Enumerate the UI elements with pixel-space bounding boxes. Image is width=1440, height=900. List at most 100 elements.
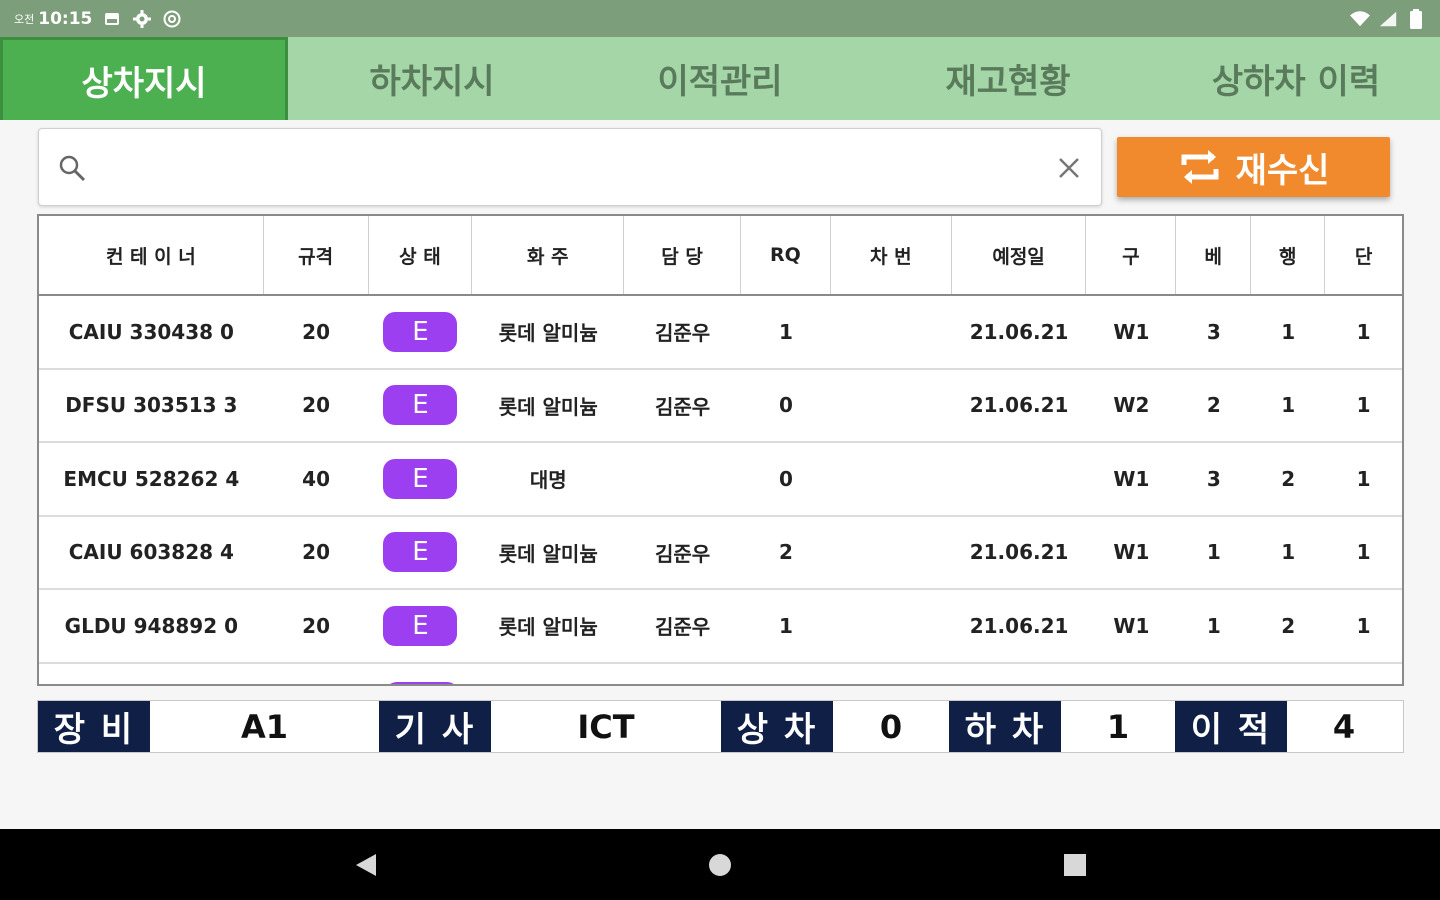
cell-size: 20 bbox=[302, 319, 331, 344]
transfer-count-label: 이 적 bbox=[1175, 701, 1287, 752]
transfer-count-value: 4 bbox=[1332, 707, 1356, 746]
at-icon bbox=[162, 9, 182, 29]
cell-scheduled-date: 21.06.21 bbox=[969, 393, 1069, 418]
navigation-bar bbox=[0, 829, 1440, 900]
cell-status: E bbox=[369, 296, 473, 368]
cell-manager: 김준우 bbox=[654, 541, 711, 566]
cell-tier: 1 bbox=[1356, 613, 1371, 638]
cell-zone: W1 bbox=[1113, 319, 1150, 344]
cell-container: EMCU 528262 4 bbox=[63, 466, 240, 491]
status-badge: E bbox=[383, 532, 458, 573]
cell-rq: 0 bbox=[778, 393, 793, 418]
status-badge bbox=[385, 681, 459, 684]
cell-rq: 0 bbox=[778, 466, 793, 491]
driver-value: ICT bbox=[577, 707, 635, 746]
table-header: 컨 테 이 너 규격 상 태 화 주 담 당 RQ 차 번 예정일 구 베 행 … bbox=[39, 216, 1402, 296]
cell-scheduled-date bbox=[952, 443, 1087, 515]
cell-size: 40 bbox=[302, 466, 331, 491]
home-icon[interactable] bbox=[706, 851, 734, 879]
cell-zone: W1 bbox=[1113, 613, 1150, 638]
back-icon[interactable] bbox=[352, 851, 380, 879]
cell-bay: 3 bbox=[1206, 466, 1221, 491]
status-badge: E bbox=[383, 385, 458, 426]
tab-inventory-status[interactable]: 재고현황 bbox=[864, 37, 1152, 120]
cell-vehicle-number bbox=[831, 296, 952, 368]
cell-shipper: 롯데 알미늄 bbox=[498, 394, 598, 419]
search-icon bbox=[57, 153, 87, 183]
load-count-value: 0 bbox=[879, 707, 903, 746]
cell-bay: 2 bbox=[1206, 393, 1221, 418]
cell-scheduled-date: 21.06.21 bbox=[969, 613, 1069, 638]
unload-count-label: 하 차 bbox=[949, 701, 1061, 752]
cell-container: CAIU 603828 4 bbox=[68, 540, 234, 565]
table-row[interactable]: GLDU 948892 0 20 E 롯데 알미늄 김준우 1 21.06.21… bbox=[39, 590, 1402, 664]
tab-load-unload-history[interactable]: 상하차 이력 bbox=[1152, 37, 1440, 120]
table-row-partial[interactable] bbox=[39, 664, 1402, 684]
cell-rq: 2 bbox=[778, 540, 793, 565]
cell-status: E bbox=[369, 443, 473, 515]
cell-manager bbox=[624, 443, 741, 515]
cell-shipper: 롯데 알미늄 bbox=[498, 615, 598, 640]
photo-icon bbox=[102, 9, 122, 29]
cell-row: 1 bbox=[1281, 319, 1296, 344]
cell-container: DFSU 303513 3 bbox=[65, 393, 238, 418]
cell-manager: 김준우 bbox=[654, 321, 711, 346]
header-bay: 베 bbox=[1176, 216, 1252, 294]
header-container: 컨 테 이 너 bbox=[39, 216, 264, 294]
status-time: 10:15 bbox=[38, 8, 93, 29]
table-row[interactable]: CAIU 330438 0 20 E 롯데 알미늄 김준우 1 21.06.21… bbox=[39, 296, 1402, 370]
cell-bay: 1 bbox=[1206, 613, 1221, 638]
cell-container: CAIU 330438 0 bbox=[68, 319, 234, 344]
cell-vehicle-number bbox=[831, 517, 952, 589]
refresh-button[interactable]: 재수신 bbox=[1117, 137, 1390, 197]
cell-vehicle-number bbox=[831, 370, 952, 442]
cell-zone: W2 bbox=[1113, 393, 1150, 418]
cell-row: 1 bbox=[1281, 393, 1296, 418]
refresh-button-label: 재수신 bbox=[1235, 150, 1330, 191]
summary-bar: 장 비 A1 기 사 ICT 상 차 0 하 차 1 이 적 4 bbox=[37, 700, 1404, 753]
signal-icon bbox=[1378, 9, 1398, 29]
cell-rq: 1 bbox=[778, 613, 793, 638]
tab-unloading-order[interactable]: 하차지시 bbox=[288, 37, 576, 120]
wifi-icon bbox=[1350, 9, 1370, 29]
cell-row: 2 bbox=[1281, 613, 1296, 638]
header-manager: 담 당 bbox=[624, 216, 741, 294]
cell-tier: 1 bbox=[1356, 319, 1371, 344]
header-scheduled-date: 예정일 bbox=[952, 216, 1087, 294]
table-row[interactable]: EMCU 528262 4 40 E 대명 0 W1 3 2 1 bbox=[39, 443, 1402, 517]
unload-count-value: 1 bbox=[1106, 707, 1130, 746]
cell-rq: 1 bbox=[778, 319, 793, 344]
header-tier: 단 bbox=[1354, 245, 1373, 268]
tab-loading-order[interactable]: 상차지시 bbox=[0, 37, 288, 120]
equipment-value: A1 bbox=[240, 707, 289, 746]
container-table: 컨 테 이 너 규격 상 태 화 주 담 당 RQ 차 번 예정일 구 베 행 … bbox=[37, 214, 1404, 686]
cell-tier: 1 bbox=[1356, 393, 1371, 418]
status-badge: E bbox=[383, 311, 458, 352]
cell-status: E bbox=[369, 590, 473, 662]
status-bar-left: 오전 10:15 bbox=[14, 9, 182, 29]
status-badge: E bbox=[383, 605, 458, 646]
cell-bay: 3 bbox=[1206, 319, 1221, 344]
search-box bbox=[38, 128, 1102, 206]
header-status: 상 태 bbox=[369, 216, 473, 294]
equipment-label: 장 비 bbox=[38, 701, 150, 752]
cell-shipper: 롯데 알미늄 bbox=[498, 541, 598, 566]
close-icon[interactable] bbox=[1055, 154, 1083, 182]
header-size: 규격 bbox=[264, 216, 369, 294]
recents-icon[interactable] bbox=[1061, 851, 1089, 879]
table-row[interactable]: DFSU 303513 3 20 E 롯데 알미늄 김준우 0 21.06.21… bbox=[39, 370, 1402, 443]
cell-vehicle-number bbox=[831, 590, 952, 662]
repeat-icon bbox=[1178, 145, 1222, 189]
cell-shipper: 대명 bbox=[529, 468, 567, 493]
table-row[interactable]: CAIU 603828 4 20 E 롯데 알미늄 김준우 2 21.06.21… bbox=[39, 517, 1402, 590]
tab-transfer-management[interactable]: 이적관리 bbox=[576, 37, 864, 120]
cell-shipper: 롯데 알미늄 bbox=[498, 321, 598, 346]
status-bar-right bbox=[1350, 8, 1426, 29]
cell-size: 20 bbox=[302, 540, 331, 565]
cell-row: 1 bbox=[1281, 540, 1296, 565]
battery-icon bbox=[1406, 8, 1426, 29]
cell-scheduled-date: 21.06.21 bbox=[969, 319, 1069, 344]
search-input[interactable] bbox=[103, 143, 1067, 195]
cell-vehicle-number bbox=[831, 443, 952, 515]
driver-label: 기 사 bbox=[379, 701, 491, 752]
